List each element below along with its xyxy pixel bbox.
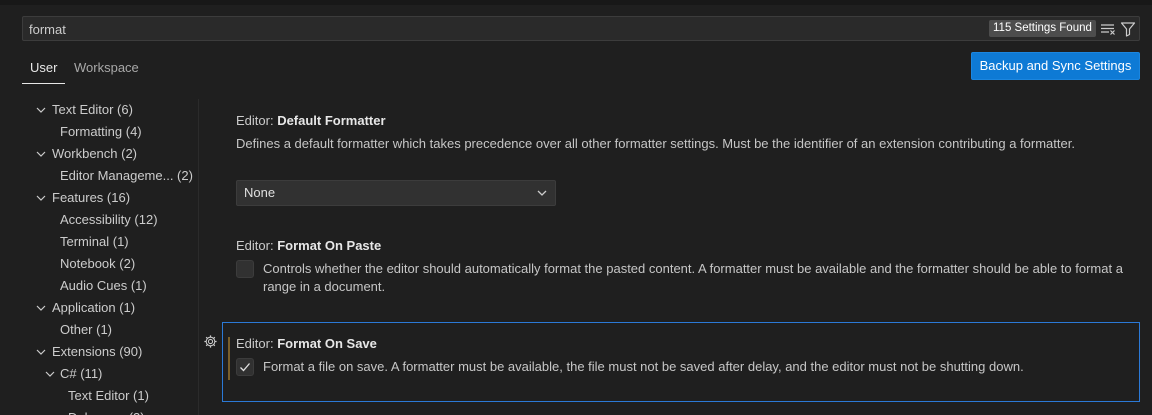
select-value: None bbox=[244, 185, 276, 200]
setting-description-default-formatter: Defines a default formatter which takes … bbox=[236, 136, 1075, 151]
chevron-down-icon[interactable] bbox=[35, 192, 47, 204]
setting-category: Editor: bbox=[236, 113, 278, 128]
toc-item-formatting[interactable]: Formatting (4) bbox=[60, 121, 142, 143]
setting-title-format-on-paste: Editor: Format On Paste bbox=[236, 238, 381, 253]
setting-title-format-on-save: Editor: Format On Save bbox=[236, 336, 377, 351]
checkmark-icon bbox=[240, 363, 250, 372]
filter-icon[interactable] bbox=[1120, 21, 1136, 37]
clear-filter-icon[interactable] bbox=[1100, 21, 1116, 37]
toc-item-extensions[interactable]: Extensions (90) bbox=[52, 341, 142, 363]
toc-item-notebook[interactable]: Notebook (2) bbox=[60, 253, 135, 275]
gear-icon[interactable] bbox=[203, 334, 218, 349]
toc-divider bbox=[198, 99, 199, 415]
setting-category: Editor: bbox=[236, 336, 278, 351]
modified-indicator bbox=[228, 337, 230, 380]
chevron-down-icon[interactable] bbox=[35, 104, 47, 116]
toc-item-other[interactable]: Other (1) bbox=[60, 319, 112, 341]
setting-title-default-formatter: Editor: Default Formatter bbox=[236, 113, 386, 128]
settings-toc-tree: Text Editor (6) Formatting (4) Workbench… bbox=[0, 99, 200, 415]
toc-item-csharp-debugger[interactable]: Debugger (2) bbox=[68, 407, 145, 415]
chevron-down-icon bbox=[537, 190, 547, 196]
setting-name: Default Formatter bbox=[277, 113, 386, 128]
toc-item-text-editor[interactable]: Text Editor (6) bbox=[52, 99, 133, 121]
toc-item-editor-management[interactable]: Editor Manageme... (2) bbox=[60, 165, 193, 187]
active-tab-indicator bbox=[22, 83, 65, 84]
toc-item-audio-cues[interactable]: Audio Cues (1) bbox=[60, 275, 147, 297]
format-on-paste-checkbox[interactable] bbox=[236, 260, 254, 278]
toc-item-terminal[interactable]: Terminal (1) bbox=[60, 231, 129, 253]
setting-category: Editor: bbox=[236, 238, 278, 253]
tab-user[interactable]: User bbox=[30, 60, 57, 78]
chevron-down-icon[interactable] bbox=[44, 368, 56, 380]
toc-item-features[interactable]: Features (16) bbox=[52, 187, 130, 209]
toc-item-csharp[interactable]: C# (11) bbox=[60, 363, 102, 385]
setting-description-format-on-save: Format a file on save. A formatter must … bbox=[263, 359, 1024, 374]
toc-item-accessibility[interactable]: Accessibility (12) bbox=[60, 209, 158, 231]
title-bar-edge bbox=[0, 0, 1152, 5]
chevron-down-icon[interactable] bbox=[35, 148, 47, 160]
toc-item-csharp-text-editor[interactable]: Text Editor (1) bbox=[68, 385, 149, 407]
setting-name: Format On Paste bbox=[277, 238, 382, 253]
tab-workspace[interactable]: Workspace bbox=[74, 60, 139, 78]
setting-description-format-on-paste: Controls whether the editor should autom… bbox=[263, 261, 1123, 294]
chevron-down-icon[interactable] bbox=[35, 346, 47, 358]
default-formatter-select[interactable]: None bbox=[236, 180, 556, 206]
setting-name: Format On Save bbox=[277, 336, 377, 351]
results-count-badge: 115 Settings Found bbox=[989, 20, 1096, 37]
format-on-save-checkbox[interactable] bbox=[236, 358, 254, 376]
toc-item-workbench[interactable]: Workbench (2) bbox=[52, 143, 137, 165]
toc-item-application[interactable]: Application (1) bbox=[52, 297, 135, 319]
settings-search-box[interactable]: 115 Settings Found bbox=[22, 16, 1140, 41]
settings-search-input[interactable] bbox=[29, 20, 929, 38]
chevron-down-icon[interactable] bbox=[35, 302, 47, 314]
backup-and-sync-button[interactable]: Backup and Sync Settings bbox=[971, 52, 1140, 80]
